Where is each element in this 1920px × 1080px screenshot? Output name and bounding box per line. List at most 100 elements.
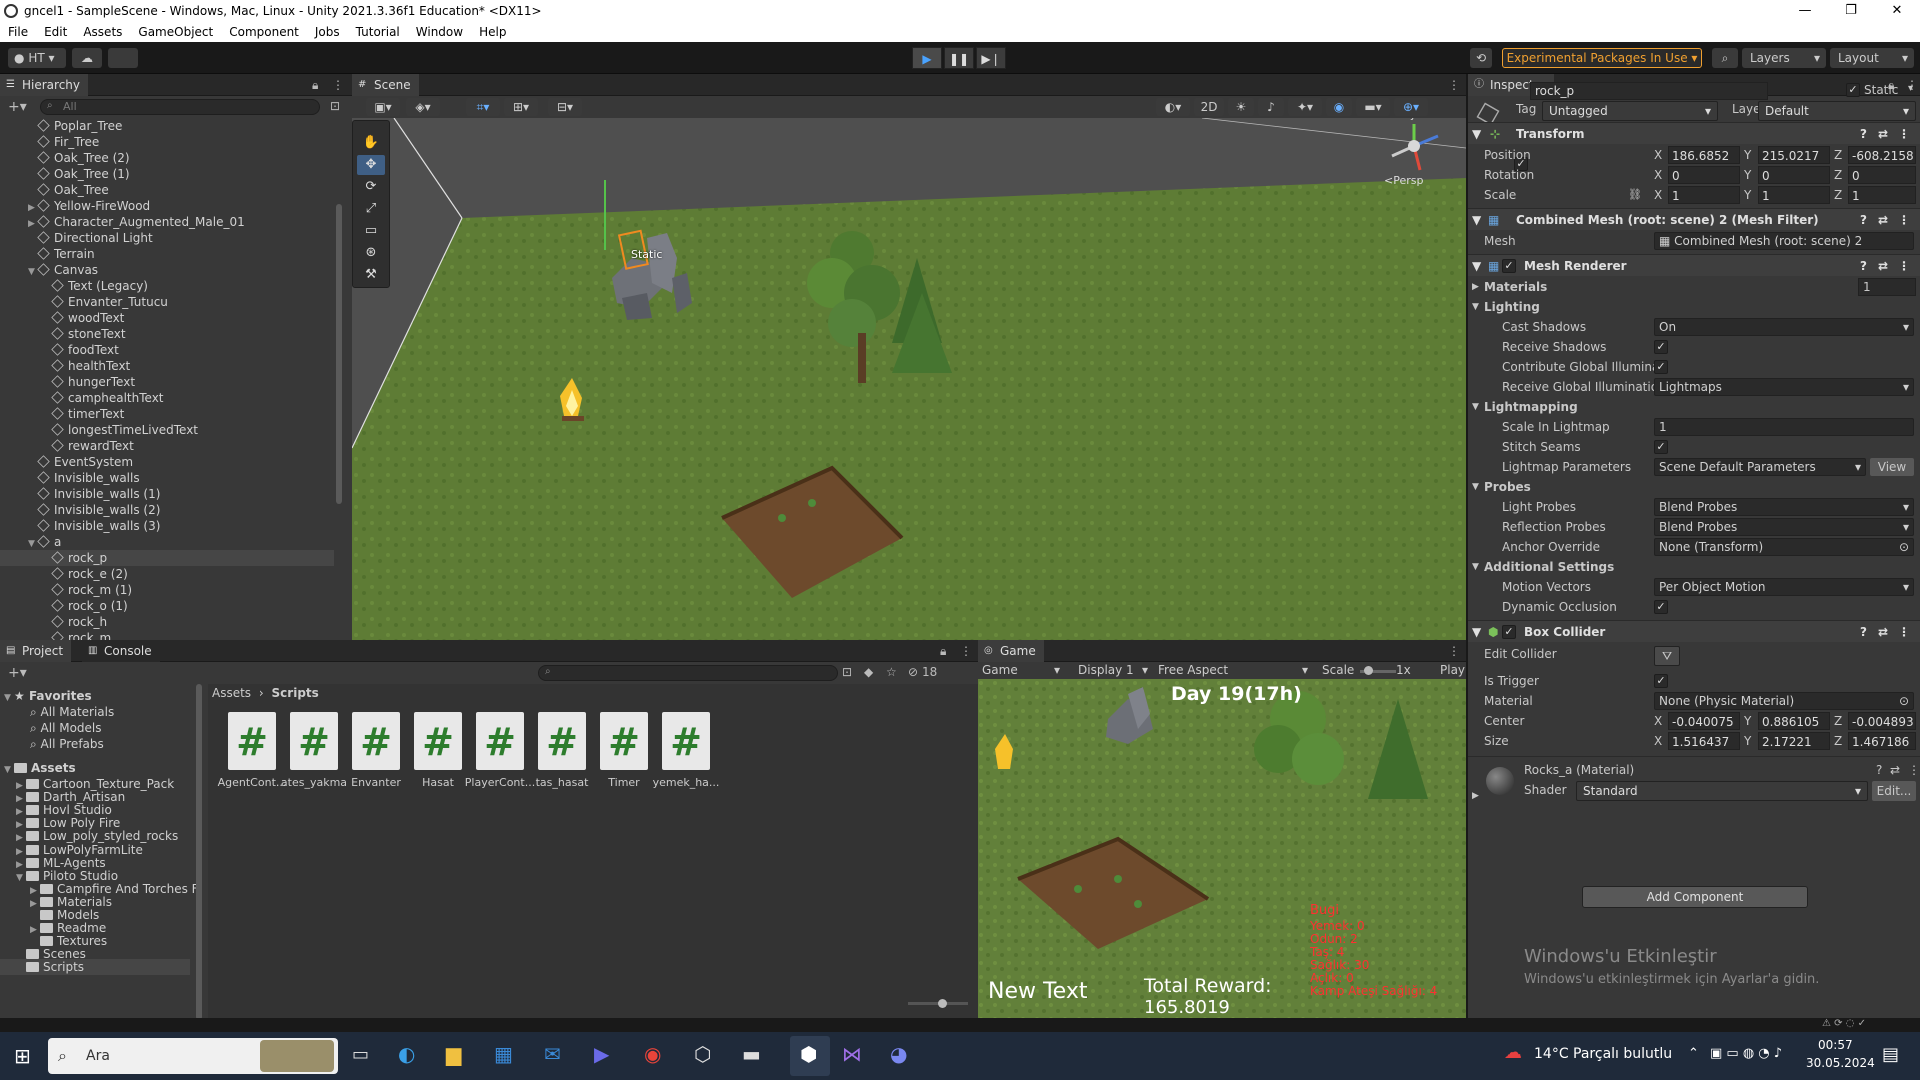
hierarchy-item[interactable]: ▼ a xyxy=(0,534,334,550)
hierarchy-item[interactable]: Poplar_Tree xyxy=(0,118,334,134)
shader-edit-button[interactable]: Edit... xyxy=(1872,781,1916,801)
shading-mode-dropdown[interactable]: ◐▾ xyxy=(1156,98,1190,116)
center-z-field[interactable]: Z -0.004893 xyxy=(1834,712,1916,730)
receive-gi-dropdown[interactable]: Lightmaps ▾ xyxy=(1654,378,1914,396)
save-search-icon[interactable]: ☆ xyxy=(886,665,897,679)
position-z-field[interactable]: Z -608.2158 xyxy=(1834,146,1916,164)
object-name-input[interactable]: rock_p xyxy=(1530,82,1768,100)
component-menu-icon[interactable]: ⋮ xyxy=(1898,255,1910,277)
tab-project[interactable]: ▤ Project xyxy=(0,640,72,662)
mesh-filter-header[interactable]: ▼ ▦ Combined Mesh (root: scene) 2 (Mesh … xyxy=(1468,208,1920,230)
help-icon[interactable]: ? xyxy=(1860,621,1867,643)
script-file-icon[interactable] xyxy=(662,712,710,770)
lighting-section[interactable]: ▼ Lighting xyxy=(1468,297,1920,317)
dynamic-occlusion-checkbox[interactable]: ✓ xyxy=(1654,600,1668,614)
position-x-field[interactable]: X 186.6852 xyxy=(1654,146,1740,164)
grid-snap-dropdown[interactable]: ⌗▾ xyxy=(466,98,500,116)
projection-toggle[interactable]: <Persp xyxy=(1384,174,1423,187)
scene-visibility-icon[interactable]: ⊡ xyxy=(330,99,340,113)
additional-settings-section[interactable]: ▼ Additional Settings xyxy=(1468,557,1920,577)
search-by-type-icon[interactable]: ⊡ xyxy=(842,665,852,679)
folder-tree-scrollbar[interactable] xyxy=(196,684,202,1020)
tab-hierarchy[interactable]: ☰ Hierarchy xyxy=(0,74,89,96)
scale-x-field[interactable]: X1 xyxy=(1654,186,1740,204)
menu-window[interactable]: Window xyxy=(408,25,471,39)
hierarchy-item[interactable]: Oak_Tree xyxy=(0,182,334,198)
draw-mode-dropdown[interactable]: ▣▾ xyxy=(366,98,400,116)
menu-jobs[interactable]: Jobs xyxy=(307,25,348,39)
mail-icon[interactable]: ✉ xyxy=(544,1042,561,1066)
tag-dropdown[interactable]: Untagged ▾ xyxy=(1542,101,1718,121)
transform-header[interactable]: ▼ ⊹ Transform ? ⇄ ⋮ xyxy=(1468,122,1920,144)
zoom-slider[interactable] xyxy=(908,999,968,1008)
folder-item[interactable]: Scripts xyxy=(0,959,190,976)
expand-arrow-icon[interactable]: ▶ xyxy=(1472,791,1479,801)
experimental-packages-dropdown[interactable]: Experimental Packages In Use ▾ xyxy=(1502,48,1702,68)
store-icon[interactable]: ▦ xyxy=(494,1042,513,1066)
add-object-button[interactable]: +▾ xyxy=(8,99,27,115)
assets-root[interactable]: ▼ Assets xyxy=(4,760,76,776)
layers-dropdown[interactable]: Layers ▾ xyxy=(1742,48,1826,68)
script-file-icon[interactable] xyxy=(228,712,276,770)
project-search-input[interactable]: ⌕ xyxy=(538,665,838,681)
visual-studio-icon[interactable]: ⋈ xyxy=(842,1042,862,1066)
hidden-objects-icon[interactable]: ◉ xyxy=(1326,98,1352,116)
collider-material-field[interactable]: None (Physic Material) ⊙ xyxy=(1654,692,1914,710)
windows-start-icon[interactable]: ⊞ xyxy=(14,1044,31,1068)
hierarchy-item[interactable]: Directional Light xyxy=(0,230,334,246)
play-button[interactable]: ▶ xyxy=(912,47,942,69)
preset-icon[interactable]: ⇄ xyxy=(1878,255,1888,277)
transform-tool-icon[interactable]: ⊛ xyxy=(357,243,385,263)
mesh-renderer-enabled-checkbox[interactable]: ✓ xyxy=(1502,259,1516,273)
increment-snap-dropdown[interactable]: ⊟▾ xyxy=(548,98,582,116)
expand-arrow-icon[interactable]: ▼ xyxy=(16,870,26,886)
video-app-icon[interactable]: ▶ xyxy=(594,1042,609,1066)
motion-vectors-dropdown[interactable]: Per Object Motion ▾ xyxy=(1654,578,1914,596)
discord-icon[interactable]: ◕ xyxy=(890,1042,907,1066)
hierarchy-item[interactable]: longestTimeLivedText xyxy=(0,422,334,438)
hierarchy-item[interactable]: ▼ Canvas xyxy=(0,262,334,278)
static-dropdown-icon[interactable]: ▾ xyxy=(1908,83,1913,94)
hierarchy-item[interactable]: Invisible_walls (1) xyxy=(0,486,334,502)
search-icon[interactable]: ⌕ xyxy=(1712,48,1738,68)
position-y-field[interactable]: Y 215.0217 xyxy=(1744,146,1830,164)
tab-game[interactable]: ◎ Game xyxy=(978,640,1044,662)
tree-cluster[interactable] xyxy=(792,213,972,393)
materials-count-field[interactable]: 1 xyxy=(1858,278,1916,296)
favorites-header[interactable]: ▼ ★ Favorites xyxy=(4,688,92,704)
script-file-icon[interactable] xyxy=(290,712,338,770)
box-collider-enabled-checkbox[interactable]: ✓ xyxy=(1502,625,1516,639)
tray-icons[interactable]: ▣ ▭ ◍ ◔ ♪ xyxy=(1710,1046,1782,1061)
hierarchy-item[interactable]: stoneText xyxy=(0,326,334,342)
kebab-menu-icon[interactable]: ⋮ xyxy=(332,78,344,92)
clock-date[interactable]: 30.05.2024 xyxy=(1806,1056,1875,1070)
object-picker-icon[interactable]: ⊙ xyxy=(1899,693,1909,709)
component-menu-icon[interactable]: ⋮ xyxy=(1898,621,1910,643)
task-view-icon[interactable]: ▭ xyxy=(352,1044,369,1065)
center-y-field[interactable]: Y 0.886105 xyxy=(1744,712,1830,730)
gizmos-dropdown[interactable]: ⊕▾ xyxy=(1394,98,1428,116)
audio-toggle-icon[interactable]: ♪ xyxy=(1258,98,1284,116)
menu-file[interactable]: File xyxy=(0,25,36,39)
menu-edit[interactable]: Edit xyxy=(36,25,75,39)
contribute-gi-checkbox[interactable]: ✓ xyxy=(1654,360,1668,374)
scale-in-lightmap-field[interactable]: 1 xyxy=(1654,418,1914,436)
grid-dropdown[interactable]: ⊞▾ xyxy=(504,98,538,116)
view-button[interactable]: View xyxy=(1870,458,1914,476)
preset-icon[interactable]: ⇄ xyxy=(1878,123,1888,145)
edit-collider-button[interactable]: ⛛ xyxy=(1654,646,1680,666)
hierarchy-item[interactable]: rock_e (2) xyxy=(0,566,334,582)
lighting-toggle-icon[interactable]: ☀ xyxy=(1228,98,1254,116)
camera-dropdown[interactable]: ▬▾ xyxy=(1356,98,1390,116)
tab-scene[interactable]: # Scene xyxy=(352,74,419,96)
breadcrumb-assets[interactable]: Assets xyxy=(212,686,251,700)
lock-icon[interactable]: 🔒︎ xyxy=(312,78,318,93)
object-picker-icon[interactable]: ⊙ xyxy=(1899,539,1909,555)
account-dropdown[interactable]: ● HT ▾ xyxy=(8,48,66,68)
pause-button[interactable]: ❚❚ xyxy=(944,47,974,69)
hierarchy-item[interactable]: Envanter_Tutucu xyxy=(0,294,334,310)
create-asset-button[interactable]: +▾ xyxy=(8,665,27,681)
hierarchy-item[interactable]: Invisible_walls (3) xyxy=(0,518,334,534)
render-mode-dropdown[interactable]: ◈▾ xyxy=(406,98,440,116)
chrome-icon[interactable]: ◉ xyxy=(644,1042,661,1066)
